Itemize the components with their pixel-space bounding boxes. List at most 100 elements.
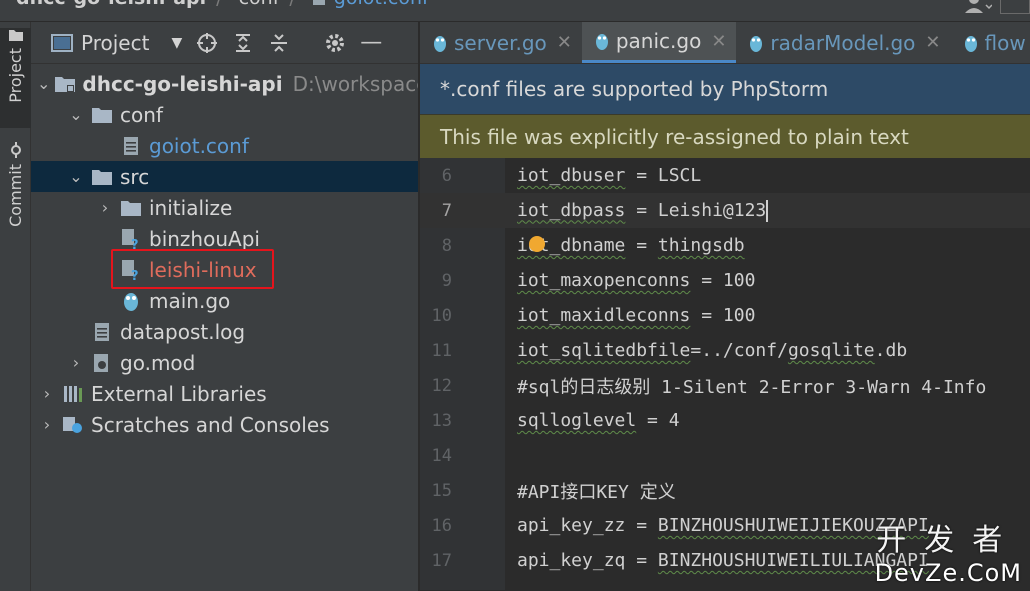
locate-icon[interactable] <box>196 32 218 54</box>
tree-item-conf[interactable]: ⌄ conf <box>31 99 418 130</box>
tree-item-main-go[interactable]: main.go <box>31 285 418 316</box>
chevron-right-icon[interactable]: › <box>95 198 115 217</box>
tree-item-label: conf <box>120 102 163 127</box>
tab-flow[interactable]: flow <box>951 22 1030 63</box>
breadcrumb-file-label: goiot.conf <box>334 0 429 9</box>
tree-item-goiot-conf[interactable]: goiot.conf <box>31 130 418 161</box>
library-icon <box>61 383 85 405</box>
collapse-all-icon[interactable] <box>268 32 290 54</box>
breadcrumb-folder[interactable]: conf <box>223 0 280 9</box>
code-line: 10 iot_maxidleconns = 100 <box>420 298 1030 333</box>
code-text: api_key_zq = BINZHOUSHUIWEILIULIANGAPI <box>517 550 929 571</box>
chevron-down-icon[interactable]: ⌄ <box>66 167 86 186</box>
tree-item-binzhouapi[interactable]: ? binzhouApi <box>31 223 418 254</box>
tab-label: server.go <box>454 30 547 55</box>
close-icon[interactable]: ✕ <box>557 32 572 53</box>
tree-item-datapost-log[interactable]: datapost.log <box>31 316 418 347</box>
breadcrumb-separator: / <box>279 0 295 9</box>
tab-server-go[interactable]: server.go ✕ <box>420 22 582 63</box>
commit-icon <box>10 142 21 158</box>
intention-bulb-icon[interactable] <box>529 236 545 252</box>
code-line: 8 iot_dbname = thingsdb <box>420 228 1030 263</box>
conf-file-icon <box>119 135 143 157</box>
tab-label: flow <box>984 30 1026 55</box>
code-line: 13 sqlloglevel = 4 <box>420 403 1030 438</box>
mod-file-icon <box>90 352 114 374</box>
tree-item-module[interactable]: ⌄ dhcc-go-leishi-api D:\workspace <box>31 68 418 99</box>
user-menu[interactable] <box>962 0 1030 14</box>
chevron-right-icon[interactable]: › <box>66 353 86 372</box>
tree-item-label: initialize <box>149 195 233 220</box>
tree-item-leishi-linux[interactable]: ? leishi-linux <box>31 254 418 285</box>
code-text: sqlloglevel = 4 <box>517 410 680 431</box>
code-line: 12 #sql的日志级别 1-Silent 2-Error 3-Warn 4-I… <box>420 368 1030 403</box>
hide-panel-icon[interactable]: — <box>360 30 382 55</box>
line-number: 11 <box>431 340 452 361</box>
go-file-icon <box>119 290 143 312</box>
watermark-logo: 开发者 DevZe.CoM <box>875 515 1022 587</box>
go-file-icon <box>964 35 977 52</box>
tree-item-external-libraries[interactable]: › External Libraries <box>31 378 418 409</box>
line-number: 12 <box>431 375 452 396</box>
line-number: 14 <box>431 445 452 466</box>
chevron-right-icon[interactable]: › <box>37 384 57 403</box>
tree-item-src[interactable]: ⌄ src <box>31 161 418 192</box>
tree-item-label: leishi-linux <box>149 257 257 282</box>
svg-text:?: ? <box>131 269 139 281</box>
tree-item-go-mod[interactable]: › go.mod <box>31 347 418 378</box>
editor-area: server.go ✕ panic.go ✕ radarModel.go ✕ f… <box>420 22 1030 591</box>
text-caret <box>766 199 769 222</box>
gear-icon[interactable] <box>324 32 346 54</box>
banner-text: This file was explicitly re-assigned to … <box>440 124 909 149</box>
tab-label: radarModel.go <box>770 30 916 55</box>
tab-label: panic.go <box>615 29 702 53</box>
code-line-current: 7 iot_dbpass = Leishi@123 <box>420 193 1030 228</box>
panel-title[interactable]: Project <box>81 31 149 55</box>
project-toolwindow-tab[interactable]: Project <box>0 28 31 128</box>
line-number: 8 <box>441 235 452 256</box>
banner-text: *.conf files are supported by PhpStorm <box>440 77 829 101</box>
line-number: 10 <box>431 305 452 326</box>
close-icon[interactable]: ✕ <box>711 31 726 52</box>
tree-item-label: go.mod <box>120 350 196 375</box>
chevron-down-icon[interactable]: ⌄ <box>66 105 86 124</box>
close-icon[interactable]: ✕ <box>925 32 940 53</box>
module-folder-icon <box>54 73 76 95</box>
code-line: 9 iot_maxopenconns = 100 <box>420 263 1030 298</box>
search-everywhere-box[interactable] <box>1000 0 1030 14</box>
tab-radarmodel-go[interactable]: radarModel.go ✕ <box>736 22 950 63</box>
expand-all-icon[interactable] <box>232 32 254 54</box>
breadcrumb-project[interactable]: dhcc-go-leishi-api <box>0 0 206 9</box>
tree-item-label: src <box>120 164 150 189</box>
commit-tab-label: Commit <box>6 164 25 227</box>
unknown-file-icon: ? <box>119 228 143 250</box>
code-line: 15 #API接口KEY 定义 <box>420 473 1030 508</box>
go-file-icon <box>595 34 608 50</box>
tree-item-initialize[interactable]: › initialize <box>31 192 418 223</box>
tree-item-label: External Libraries <box>91 381 267 406</box>
code-text: #API接口KEY 定义 <box>517 481 676 503</box>
breadcrumb-separator: / <box>206 0 222 9</box>
tree-item-label: datapost.log <box>120 319 246 344</box>
project-view-icon <box>51 33 73 52</box>
log-file-icon <box>90 321 114 343</box>
tree-item-scratches[interactable]: › Scratches and Consoles <box>31 409 418 440</box>
chevron-down-icon[interactable]: ▼ <box>171 35 182 51</box>
code-text: iot_maxopenconns = 100 <box>517 270 756 291</box>
tab-panic-go[interactable]: panic.go ✕ <box>581 22 737 63</box>
go-file-icon <box>434 35 446 52</box>
code-text: iot_dbuser = LSCL <box>517 165 702 186</box>
tree-item-label: main.go <box>149 288 231 313</box>
chevron-right-icon[interactable]: › <box>37 415 57 434</box>
code-line: 14 <box>420 438 1030 473</box>
watermark-en: DevZe.CoM <box>874 559 1022 587</box>
reassigned-notice-banner: This file was explicitly re-assigned to … <box>420 114 1030 158</box>
code-text: iot_dbpass = Leishi@123 <box>517 199 769 222</box>
chevron-down-icon[interactable]: ⌄ <box>37 74 50 93</box>
breadcrumb-file[interactable]: goiot.conf <box>296 0 429 9</box>
line-number: 17 <box>431 550 452 571</box>
commit-toolwindow-tab[interactable]: Commit <box>0 142 31 242</box>
plugin-suggestion-banner[interactable]: *.conf files are supported by PhpStorm <box>420 64 1030 114</box>
tree-item-label: dhcc-go-leishi-api <box>82 71 283 96</box>
go-file-icon <box>750 35 763 52</box>
